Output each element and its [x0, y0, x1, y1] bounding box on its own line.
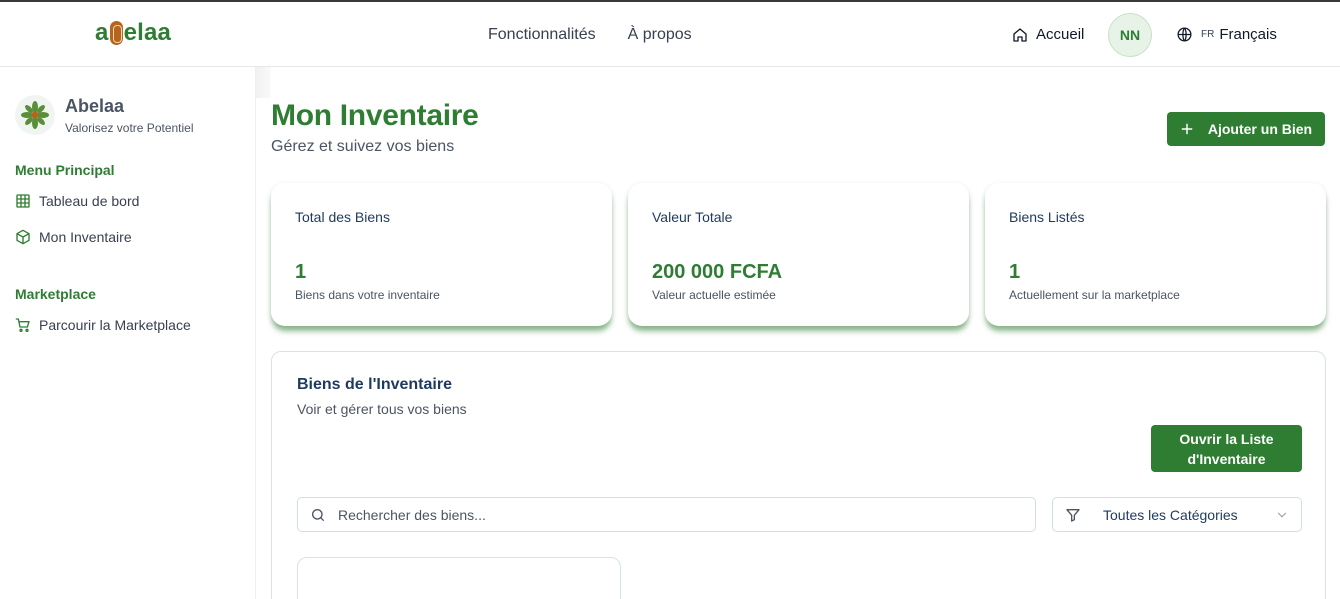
language-selector[interactable]: FR Français [1176, 26, 1277, 43]
sidebar-item-label: Parcourir la Marketplace [39, 317, 191, 333]
globe-icon [1177, 27, 1192, 42]
home-link-label: Accueil [1036, 26, 1085, 43]
sidebar-item-inventory[interactable]: Mon Inventaire [15, 229, 132, 245]
page-title: Mon Inventaire [271, 99, 479, 132]
sidebar-item-label: Mon Inventaire [39, 229, 132, 245]
brand-name: Abelaa [65, 95, 125, 116]
open-inventory-list-label-line1: Ouvrir la Liste [1179, 431, 1274, 447]
stat-label: Valeur Totale [652, 209, 733, 225]
nav-link-features[interactable]: Fonctionnalités [488, 26, 596, 44]
brand-leaf-icon [15, 95, 55, 135]
inventory-title: Biens de l'Inventaire [297, 376, 452, 393]
language-code: FR [1201, 29, 1215, 40]
section-title-marketplace: Marketplace [15, 286, 96, 302]
stat-description: Valeur actuelle estimée [652, 288, 776, 302]
app-logo[interactable]: a elaa [95, 19, 171, 47]
search-input[interactable] [338, 506, 998, 523]
stat-label: Biens Listés [1009, 209, 1085, 225]
section-title-main-menu: Menu Principal [15, 162, 115, 178]
home-link[interactable]: Accueil [1012, 26, 1084, 43]
language-label: Français [1219, 26, 1277, 43]
open-inventory-list-label-line2: d'Inventaire [1187, 451, 1266, 467]
inventory-subtitle: Voir et gérer tous vos biens [297, 401, 467, 417]
inventory-panel: Biens de l'Inventaire Voir et gérer tous… [271, 351, 1326, 599]
brand-tagline: Valorisez votre Potentiel [65, 120, 194, 135]
inventory-item-card[interactable] [297, 557, 621, 599]
sidebar: Abelaa Valorisez votre Potentiel Menu Pr… [0, 67, 255, 599]
filter-icon [1066, 508, 1080, 522]
home-icon [1013, 27, 1027, 42]
logo-text-start: a [95, 19, 109, 46]
stat-value: 200 000 FCFA [652, 261, 783, 283]
sidebar-item-dashboard[interactable]: Tableau de bord [15, 193, 139, 209]
top-nav: Fonctionnalités À propos [488, 26, 692, 44]
open-inventory-list-button[interactable]: Ouvrir la Liste d'Inventaire [1151, 425, 1302, 472]
search-box [297, 497, 1036, 532]
stat-description: Actuellement sur la marketplace [1009, 288, 1180, 302]
box-icon [16, 229, 30, 245]
search-icon [312, 508, 324, 521]
stat-card-total-items: Total des Biens 1 Biens dans votre inven… [271, 183, 612, 326]
stat-card-listed-items: Biens Listés 1 Actuellement sur la marke… [985, 183, 1326, 326]
top-header: a elaa Fonctionnalités À propos Accueil N… [0, 2, 1340, 67]
stat-label: Total des Biens [295, 209, 390, 225]
add-item-button-label: Ajouter un Bien [1207, 121, 1313, 137]
page-subtitle: Gérez et suivez vos biens [271, 138, 455, 155]
stat-value: 1 [1009, 261, 1021, 283]
add-item-button[interactable]: Ajouter un Bien [1167, 112, 1325, 146]
grid-icon [16, 194, 30, 208]
sidebar-item-browse-marketplace[interactable]: Parcourir la Marketplace [15, 317, 191, 333]
stat-value: 1 [295, 261, 307, 283]
cart-icon [15, 318, 30, 332]
nav-link-about[interactable]: À propos [628, 26, 692, 44]
chevron-down-icon [1277, 512, 1287, 518]
logo-text-end: elaa [123, 19, 172, 46]
plus-icon [1181, 123, 1193, 135]
category-select[interactable]: Toutes les Catégories [1052, 497, 1302, 532]
user-avatar[interactable]: NN [1108, 13, 1152, 57]
logo-bean-icon [109, 21, 123, 45]
sidebar-item-label: Tableau de bord [39, 193, 140, 209]
stat-card-total-value: Valeur Totale 200 000 FCFA Valeur actuel… [628, 183, 969, 326]
stat-description: Biens dans votre inventaire [295, 288, 440, 302]
category-select-value: Toutes les Catégories [1103, 506, 1238, 523]
sidebar-brand[interactable]: Abelaa Valorisez votre Potentiel [15, 95, 194, 135]
